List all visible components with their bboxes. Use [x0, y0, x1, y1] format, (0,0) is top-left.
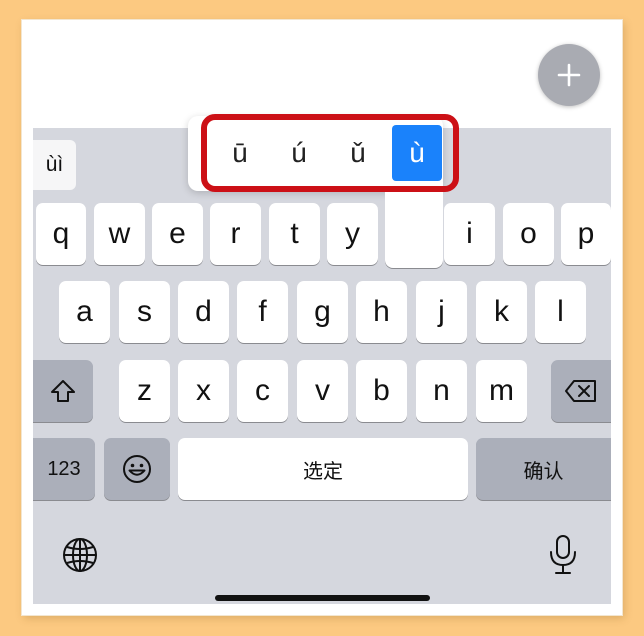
delete-key[interactable] [551, 360, 611, 422]
numbers-key[interactable]: 123 [33, 438, 95, 500]
key-j[interactable]: j [416, 281, 467, 343]
key-m[interactable]: m [476, 360, 527, 422]
shift-key[interactable] [33, 360, 93, 422]
key-r[interactable]: r [210, 203, 261, 265]
key-w[interactable]: w [94, 203, 145, 265]
key-c[interactable]: c [237, 360, 288, 422]
emoji-icon [123, 455, 151, 483]
candidate-item[interactable]: ùì [33, 140, 76, 190]
key-l[interactable]: l [535, 281, 586, 343]
dictation-button[interactable] [545, 532, 581, 578]
key-b[interactable]: b [356, 360, 407, 422]
key-a[interactable]: a [59, 281, 110, 343]
key-z[interactable]: z [119, 360, 170, 422]
key-s[interactable]: s [119, 281, 170, 343]
key-u-pressed[interactable] [385, 182, 443, 268]
key-n[interactable]: n [416, 360, 467, 422]
accent-option-u-grave-selected[interactable]: ù [392, 125, 442, 181]
accent-option-u-macron[interactable]: ū [215, 125, 265, 181]
key-q[interactable]: q [36, 203, 86, 265]
accent-option-u-acute[interactable]: ú [274, 125, 324, 181]
key-v[interactable]: v [297, 360, 348, 422]
key-h[interactable]: h [356, 281, 407, 343]
shift-icon [51, 380, 75, 402]
key-i[interactable]: i [444, 203, 495, 265]
plus-icon [557, 63, 581, 87]
key-f[interactable]: f [237, 281, 288, 343]
home-indicator[interactable] [215, 595, 430, 601]
microphone-icon [550, 535, 576, 574]
globe-icon [63, 538, 97, 572]
key-g[interactable]: g [297, 281, 348, 343]
key-k[interactable]: k [476, 281, 527, 343]
accent-options-highlight: ū ú ǔ ù [201, 114, 459, 192]
accent-option-u-caron[interactable]: ǔ [333, 125, 383, 181]
key-o[interactable]: o [503, 203, 554, 265]
globe-button[interactable] [59, 534, 101, 576]
key-x[interactable]: x [178, 360, 229, 422]
return-key[interactable]: 确认 [476, 438, 611, 500]
emoji-key[interactable] [104, 438, 170, 500]
space-key[interactable]: 选定 [178, 438, 468, 500]
key-e[interactable]: e [152, 203, 203, 265]
key-p[interactable]: p [561, 203, 611, 265]
add-button[interactable] [538, 44, 600, 106]
key-y[interactable]: y [327, 203, 378, 265]
key-t[interactable]: t [269, 203, 320, 265]
phone-screen: ùì ū ú ǔ ù q w e r t y i o p a s d f g h… [33, 32, 611, 604]
backspace-icon [565, 380, 596, 402]
key-d[interactable]: d [178, 281, 229, 343]
